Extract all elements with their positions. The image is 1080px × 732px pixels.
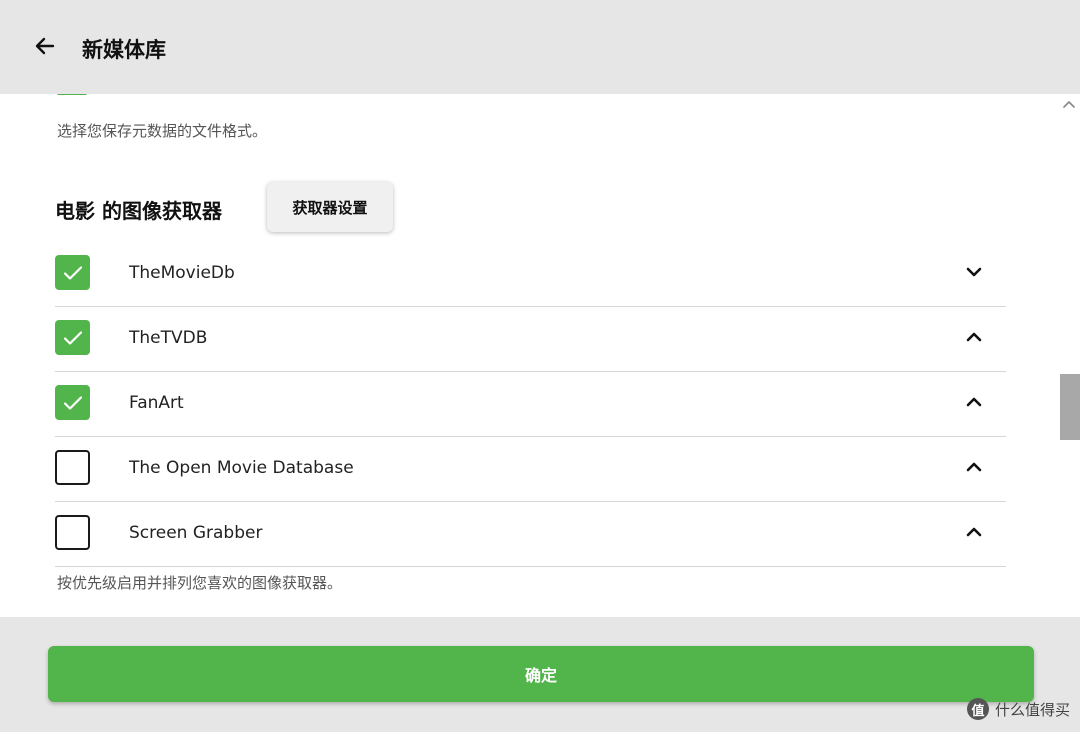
previous-checkbox[interactable] xyxy=(56,94,88,95)
section-title: 电影 的图像获取器 xyxy=(55,199,222,223)
fetcher-checkbox[interactable] xyxy=(55,255,90,290)
fetcher-row-fanart: FanArt xyxy=(55,372,1006,437)
fetcher-row-omdb: The Open Movie Database xyxy=(55,437,1006,502)
arrow-left-icon xyxy=(35,37,55,55)
fetcher-row-themoviedb: TheMovieDb xyxy=(55,242,1006,307)
fetcher-label: TheMovieDb xyxy=(129,263,235,283)
chevron-up-icon xyxy=(966,527,982,537)
confirm-button[interactable]: 确定 xyxy=(48,646,1034,702)
fetcher-settings-button[interactable]: 获取器设置 xyxy=(267,182,393,232)
chevron-down-icon xyxy=(966,267,982,277)
checkmark-icon xyxy=(63,265,82,280)
watermark-logo: 值 xyxy=(966,698,989,720)
move-up-button[interactable] xyxy=(958,386,990,418)
chevron-up-icon xyxy=(966,397,982,407)
fetcher-label: Screen Grabber xyxy=(129,523,263,543)
content-panel: 选择您保存元数据的文件格式。 电影 的图像获取器 获取器设置 TheMovieD… xyxy=(0,94,1080,617)
watermark-text: 什么值得买 xyxy=(994,700,1070,719)
dialog-header: 新媒体库 xyxy=(0,0,1080,94)
metadata-format-hint: 选择您保存元数据的文件格式。 xyxy=(57,122,268,140)
move-down-button[interactable] xyxy=(958,256,990,288)
chevron-up-icon xyxy=(966,462,982,472)
fetcher-priority-hint: 按优先级启用并排列您喜欢的图像获取器。 xyxy=(57,574,343,592)
scrollbar-thumb[interactable] xyxy=(1060,374,1080,440)
watermark: 值 什么值得买 xyxy=(966,698,1070,720)
chevron-up-icon xyxy=(966,332,982,342)
fetcher-row-screen-grabber: Screen Grabber xyxy=(55,502,1006,567)
fetcher-label: TheTVDB xyxy=(129,328,208,348)
fetcher-row-thetvdb: TheTVDB xyxy=(55,307,1006,372)
move-up-button[interactable] xyxy=(958,516,990,548)
fetcher-checkbox[interactable] xyxy=(55,450,90,485)
image-fetcher-list: TheMovieDb TheTVDB FanArt The Open Movie… xyxy=(55,242,1006,567)
move-up-button[interactable] xyxy=(958,321,990,353)
fetcher-label: The Open Movie Database xyxy=(129,458,354,478)
scrollbar[interactable] xyxy=(1058,94,1080,617)
back-button[interactable] xyxy=(28,30,62,62)
checkmark-icon xyxy=(63,330,82,345)
fetcher-checkbox[interactable] xyxy=(55,515,90,550)
fetcher-checkbox[interactable] xyxy=(55,320,90,355)
scroll-up-icon[interactable] xyxy=(1062,98,1076,110)
fetcher-label: FanArt xyxy=(129,393,184,413)
checkmark-icon xyxy=(63,395,82,410)
move-up-button[interactable] xyxy=(958,451,990,483)
fetcher-checkbox[interactable] xyxy=(55,385,90,420)
page-title: 新媒体库 xyxy=(82,38,166,62)
